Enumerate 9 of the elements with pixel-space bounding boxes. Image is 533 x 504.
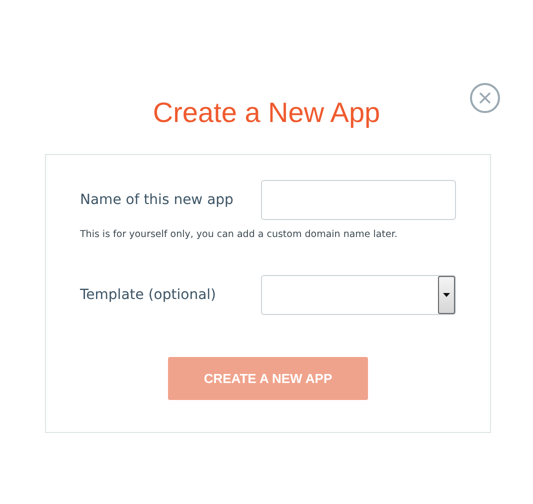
close-icon	[479, 92, 491, 104]
caret-icon	[443, 293, 450, 298]
app-name-input[interactable]	[261, 180, 456, 220]
field-hint: This is for yourself only, you can add a custom domain name later.	[80, 228, 398, 242]
template-select[interactable]	[261, 275, 456, 316]
close-button[interactable]	[470, 83, 500, 113]
field-label: Template (optional)	[80, 286, 217, 305]
field-label: Name of this new app	[80, 190, 234, 210]
dialog-title: Create a New App	[152, 96, 380, 130]
